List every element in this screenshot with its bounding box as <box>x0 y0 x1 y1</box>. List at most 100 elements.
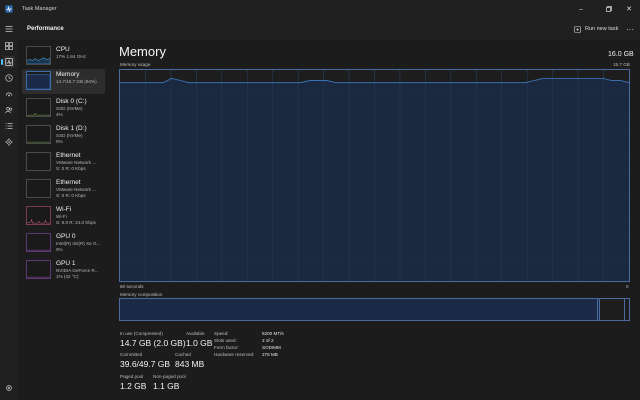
wifi-thumbnail-graph <box>26 206 51 225</box>
perf-item-disk-1[interactable]: Disk 1 (D:) SSD (NVMe) 0% <box>22 123 105 148</box>
perf-item-value: 4% <box>56 112 63 117</box>
maximize-button[interactable] <box>601 3 617 15</box>
nav-settings[interactable] <box>3 382 15 394</box>
more-icon: ··· <box>626 24 634 34</box>
paged-pool-value: 1.2 GB <box>120 381 147 391</box>
perf-item-cpu[interactable]: CPU 17% 1.84 GHz <box>22 44 105 69</box>
composition-standby-segment <box>599 299 624 320</box>
perf-item-ethernet-1[interactable]: Ethernet VMware Network ... S: 0 R: 0 Kb… <box>22 150 105 175</box>
perf-item-name: GPU 1 <box>56 260 76 267</box>
window-title: Task Manager <box>22 6 57 12</box>
page-title: Performance <box>27 26 64 32</box>
memory-usage-graph <box>119 69 630 282</box>
perf-item-value: S: 0 R: 0 Kbps <box>56 193 86 198</box>
nav-users[interactable] <box>3 104 15 116</box>
available-label: Available <box>186 331 205 336</box>
perf-item-disk-0[interactable]: Disk 0 (C:) SSD (NVMe) 4% <box>22 96 105 121</box>
memory-composition-label: Memory composition <box>120 292 163 297</box>
ethernet-2-thumbnail-graph <box>26 179 51 198</box>
in-use-value: 14.7 GB (2.0 GB) <box>120 338 186 348</box>
perf-item-name: Disk 0 (C:) <box>56 98 87 105</box>
speed-label: Speed: <box>214 331 229 336</box>
perf-item-detail: 14.7/15.7 GB (94%) <box>56 79 97 84</box>
run-task-icon <box>574 25 581 33</box>
restore-icon <box>606 6 612 12</box>
in-use-label: In use (Compressed) <box>120 331 163 336</box>
hardware-reserved-label: Hardware reserved: <box>214 352 255 357</box>
history-icon <box>5 74 13 82</box>
perf-item-value: 1% (42 °C) <box>56 274 79 279</box>
perf-item-gpu-0[interactable]: GPU 0 Intel(R) Iris(R) Xe G... 0% <box>22 231 105 256</box>
more-options-button[interactable]: ··· <box>623 22 637 36</box>
non-paged-pool-label: Non-paged pool <box>153 374 186 379</box>
minimize-icon: – <box>579 5 583 13</box>
perf-item-value: S: 0 R: 0 Kbps <box>56 166 86 171</box>
composition-in-use-segment <box>120 299 597 320</box>
cached-value: 843 MB <box>175 359 205 369</box>
form-factor-value: SODIMM <box>262 345 281 350</box>
cpu-thumbnail-graph <box>26 46 51 65</box>
hamburger-icon <box>5 26 13 32</box>
composition-free-segment <box>624 299 629 320</box>
perf-item-name: Wi-Fi <box>56 206 72 213</box>
hardware-reserved-value: 278 MB <box>262 352 278 357</box>
memory-thumbnail-graph <box>26 71 51 90</box>
speed-value: 5200 MT/s <box>262 331 284 336</box>
ethernet-1-thumbnail-graph <box>26 152 51 171</box>
available-value: 1.0 GB <box>186 338 213 348</box>
committed-value: 39.6/49.7 GB <box>120 359 171 369</box>
graph-axis-end-label: 0 <box>626 284 629 289</box>
perf-item-name: Ethernet <box>56 152 81 159</box>
memory-composition-bar <box>119 298 630 321</box>
run-new-task-label: Run new task <box>585 26 619 32</box>
services-icon <box>5 138 13 146</box>
graph-axis-start-label: 60 seconds <box>120 284 144 289</box>
disk-0-thumbnail-graph <box>26 98 51 117</box>
nav-rail <box>0 18 18 400</box>
perf-item-name: GPU 0 <box>56 233 76 240</box>
close-button[interactable]: ✕ <box>621 3 637 15</box>
memory-heading: Memory <box>119 44 166 59</box>
slots-used-value: 2 of 2 <box>262 338 274 343</box>
perf-item-name: Ethernet <box>56 179 81 186</box>
perf-item-name: Memory <box>56 71 80 78</box>
slots-used-label: Slots used: <box>214 338 237 343</box>
non-paged-pool-value: 1.1 GB <box>153 381 180 391</box>
task-manager-app-icon <box>5 5 13 13</box>
nav-processes[interactable] <box>3 40 15 52</box>
users-icon <box>5 107 13 114</box>
perf-item-memory[interactable]: Memory 14.7/15.7 GB (94%) <box>22 69 105 94</box>
performance-list: CPU 17% 1.84 GHz Memory 14.7/15.7 GB (94… <box>18 40 108 400</box>
form-factor-label: Form factor: <box>214 345 239 350</box>
perf-item-name: Disk 1 (D:) <box>56 125 87 132</box>
gpu-0-thumbnail-graph <box>26 233 51 252</box>
perf-item-ethernet-2[interactable]: Ethernet VMware Network ... S: 0 R: 0 Kb… <box>22 177 105 202</box>
committed-label: Committed <box>120 352 143 357</box>
nav-details[interactable] <box>3 120 15 132</box>
minimize-button[interactable]: – <box>573 3 589 15</box>
performance-icon <box>5 58 13 66</box>
run-new-task-button[interactable]: Run new task <box>574 22 618 36</box>
perf-item-wifi[interactable]: Wi-Fi Wi-Fi S: 8.0 R: 24.0 Kbps <box>22 204 105 229</box>
nav-performance[interactable] <box>1 56 15 68</box>
nav-startup-apps[interactable] <box>3 88 15 100</box>
disk-1-thumbnail-graph <box>26 125 51 144</box>
gear-icon <box>6 385 12 391</box>
paged-pool-label: Paged pool <box>120 374 144 379</box>
gpu-1-thumbnail-graph <box>26 260 51 279</box>
nav-app-history[interactable] <box>3 72 15 84</box>
memory-total: 16.0 GB <box>608 51 634 58</box>
close-icon: ✕ <box>626 6 632 13</box>
perf-item-detail: Intel(R) Iris(R) Xe G... <box>56 241 101 246</box>
perf-item-value: S: 8.0 R: 24.0 Kbps <box>56 220 96 225</box>
processes-icon <box>5 42 13 50</box>
header-bar: Performance Run new task ··· <box>18 18 640 40</box>
perf-item-gpu-1[interactable]: GPU 1 NVIDIA GeForce R... 1% (42 °C) <box>22 258 105 283</box>
hamburger-menu-button[interactable] <box>3 23 15 35</box>
nav-services[interactable] <box>3 136 15 148</box>
perf-item-name: CPU <box>56 46 70 53</box>
perf-item-value: 0% <box>56 139 63 144</box>
memory-usage-label: Memory usage <box>120 62 151 67</box>
cached-label: Cached <box>175 352 191 357</box>
details-list-icon <box>5 123 13 129</box>
